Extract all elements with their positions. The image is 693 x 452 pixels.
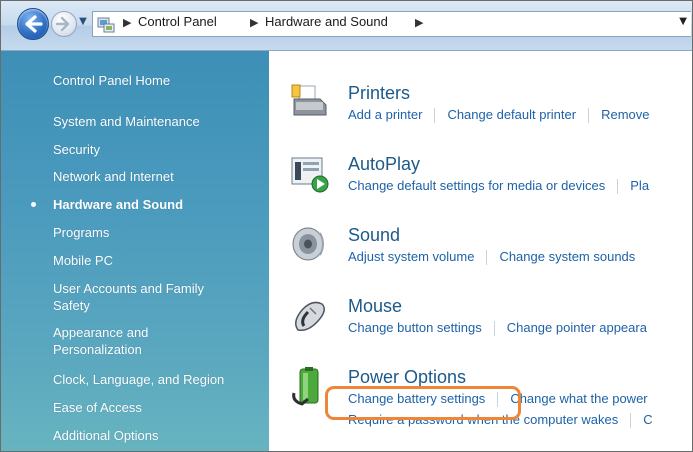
arrow-left-icon xyxy=(25,15,43,33)
sidebar-item-security[interactable]: Security xyxy=(53,141,258,158)
recent-pages-dropdown[interactable]: ▼ xyxy=(78,15,88,29)
link-separator xyxy=(630,413,632,429)
autoplay-icon xyxy=(291,157,329,193)
category-printers: Printers Add a printer Change default pri… xyxy=(269,83,692,147)
sidebar: Control Panel Home System and Maintenanc… xyxy=(1,51,269,451)
breadcrumb-chevron-icon[interactable]: ▶ xyxy=(415,16,423,29)
printers-title[interactable]: Printers xyxy=(348,83,410,104)
battery-icon xyxy=(292,367,319,406)
adjust-volume-link[interactable]: Adjust system volume xyxy=(348,249,474,264)
mouse-title[interactable]: Mouse xyxy=(348,296,402,317)
printer-icon xyxy=(291,84,327,116)
breadcrumb-hardware-and-sound[interactable]: Hardware and Sound xyxy=(265,14,388,29)
forward-button[interactable] xyxy=(51,11,77,37)
control-panel-icon xyxy=(97,17,115,33)
arrow-right-icon xyxy=(55,16,70,32)
change-pointer-appearance-link[interactable]: Change pointer appeara xyxy=(507,320,647,335)
change-sleep-link[interactable]: C xyxy=(643,412,652,427)
chevron-down-icon[interactable]: ▼ xyxy=(679,16,687,27)
main-content: Printers Add a printer Change default pri… xyxy=(269,51,692,451)
link-separator xyxy=(493,321,495,337)
breadcrumb-chevron-icon: ▶ xyxy=(123,16,132,29)
address-bar: ▼ ▶ Control Panel ▶ Hardware and Sound ▶… xyxy=(1,1,692,51)
category-autoplay: AutoPlay Change default settings for med… xyxy=(269,154,692,218)
link-separator xyxy=(617,179,619,195)
link-separator xyxy=(588,108,590,124)
control-panel-window: ▼ ▶ Control Panel ▶ Hardware and Sound ▶… xyxy=(0,0,693,452)
address-field[interactable]: ▶ Control Panel ▶ Hardware and Sound ▶ ▼ xyxy=(92,11,691,37)
link-separator xyxy=(434,108,436,124)
sidebar-item-user-accounts[interactable]: User Accounts and Family Safety xyxy=(53,280,243,314)
play-cds-link[interactable]: Pla xyxy=(630,178,649,193)
sidebar-item-mobile-pc[interactable]: Mobile PC xyxy=(53,252,258,269)
sidebar-item-additional-options[interactable]: Additional Options xyxy=(53,427,258,444)
active-bullet-icon xyxy=(31,202,36,207)
autoplay-title[interactable]: AutoPlay xyxy=(348,154,420,175)
sidebar-item-hardware-and-sound[interactable]: Hardware and Sound xyxy=(53,196,258,213)
sidebar-item-appearance[interactable]: Appearance and Personalization xyxy=(53,324,203,358)
remove-printer-link[interactable]: Remove xyxy=(601,107,649,122)
breadcrumb-control-panel[interactable]: Control Panel xyxy=(138,14,217,29)
highlight-box xyxy=(325,386,521,420)
change-autoplay-defaults-link[interactable]: Change default settings for media or dev… xyxy=(348,178,605,193)
sidebar-item-control-panel-home[interactable]: Control Panel Home xyxy=(53,72,258,89)
breadcrumb-chevron-icon[interactable]: ▶ xyxy=(250,16,258,29)
category-sound: Sound Adjust system volume Change system … xyxy=(269,225,692,289)
link-separator xyxy=(486,250,488,266)
sidebar-item-network-and-internet[interactable]: Network and Internet xyxy=(53,168,258,185)
back-button[interactable] xyxy=(17,8,49,40)
sidebar-item-clock-language-region[interactable]: Clock, Language, and Region xyxy=(53,371,258,388)
power-options-title[interactable]: Power Options xyxy=(348,367,466,388)
sound-title[interactable]: Sound xyxy=(348,225,400,246)
change-system-sounds-link[interactable]: Change system sounds xyxy=(499,249,635,264)
speaker-icon xyxy=(292,227,324,261)
sidebar-item-programs[interactable]: Programs xyxy=(53,224,258,241)
category-mouse: Mouse Change button settings Change point… xyxy=(269,296,692,360)
change-button-settings-link[interactable]: Change button settings xyxy=(348,320,482,335)
change-power-buttons-link[interactable]: Change what the power xyxy=(510,391,647,406)
sidebar-item-ease-of-access[interactable]: Ease of Access xyxy=(53,399,258,416)
sidebar-item-system-and-maintenance[interactable]: System and Maintenance xyxy=(53,113,258,130)
change-default-printer-link[interactable]: Change default printer xyxy=(447,107,576,122)
mouse-icon xyxy=(295,301,325,332)
add-printer-link[interactable]: Add a printer xyxy=(348,107,422,122)
